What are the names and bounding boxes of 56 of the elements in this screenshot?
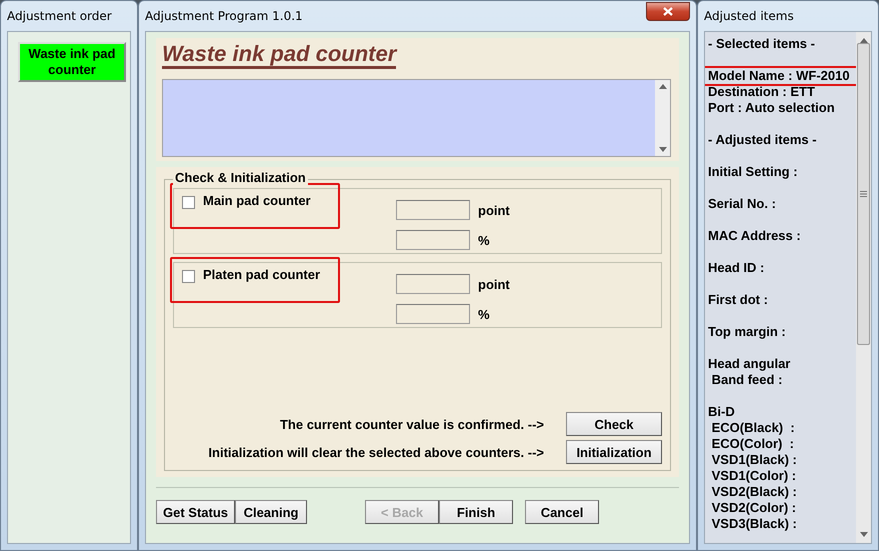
item-line: Head angular: [708, 356, 792, 372]
item-line: Initial Setting :: [708, 164, 799, 180]
counter-label: Main pad counter: [203, 193, 311, 208]
point-field[interactable]: [396, 200, 470, 220]
item-line: VSD2(Black) :: [710, 484, 798, 500]
nav-button[interactable]: Finish: [439, 500, 514, 524]
action-hint: Initialization will clear the selected above counters. -->: [208, 444, 544, 460]
percent-field[interactable]: [396, 304, 470, 324]
item-line: ECO(Black) :: [710, 420, 796, 436]
point-field[interactable]: [396, 274, 470, 294]
scroll-down-icon[interactable]: [860, 532, 868, 537]
counter-label: Platen pad counter: [203, 267, 320, 282]
item-line: Destination : ETT: [708, 84, 816, 100]
item-line: Bi-D: [708, 404, 736, 420]
nav-button[interactable]: Cancel: [525, 500, 600, 524]
close-button[interactable]: [646, 2, 690, 20]
item-line: Serial No. :: [708, 196, 777, 212]
item-line: Head ID :: [708, 260, 766, 276]
action-hint: The current counter value is confirmed. -->: [280, 416, 544, 432]
unit-label: %: [478, 232, 491, 248]
group-title: Check & Initialization: [173, 170, 308, 185]
item-line: Band feed :: [710, 372, 784, 388]
checkbox[interactable]: [182, 196, 195, 209]
unit-label: point: [478, 276, 510, 292]
scrollbar[interactable]: [655, 80, 670, 156]
item-line: VSD1(Color) :: [710, 468, 798, 484]
window-title: Adjusted items: [704, 9, 794, 23]
grip-icon: [860, 191, 867, 197]
item-line: - Selected items -: [708, 36, 816, 52]
item-line: ECO(Color) :: [710, 436, 795, 452]
action-button[interactable]: Initialization: [566, 440, 662, 464]
order-item-button[interactable]: Waste ink pad counter: [18, 42, 126, 82]
item-line: - Adjusted items -: [708, 132, 818, 148]
window-title: Adjustment order: [7, 9, 112, 23]
window-title: Adjustment Program 1.0.1: [145, 9, 303, 23]
tool-button[interactable]: Get Status: [156, 500, 236, 524]
page-heading: Waste ink pad counter: [162, 42, 396, 69]
percent-field[interactable]: [396, 230, 470, 250]
scroll-up-icon[interactable]: [658, 84, 666, 89]
unit-label: %: [478, 306, 491, 322]
item-line: Port : Auto selection: [708, 100, 836, 116]
scrollbar[interactable]: [856, 32, 871, 543]
item-line: VSD1(Black) :: [710, 452, 798, 468]
tool-button[interactable]: Cleaning: [235, 500, 308, 524]
action-button[interactable]: Check: [566, 412, 662, 436]
item-line: MAC Address :: [708, 228, 802, 244]
item-line: VSD3(Black) :: [710, 516, 798, 532]
close-icon: [663, 6, 673, 16]
scroll-thumb[interactable]: [857, 43, 870, 345]
item-line: Model Name : WF-2010: [705, 68, 856, 84]
item-line: Top margin :: [708, 324, 787, 340]
item-line: First dot :: [708, 292, 769, 308]
unit-label: point: [478, 202, 510, 218]
scroll-down-icon[interactable]: [658, 147, 666, 152]
item-line: VSD2(Color) :: [710, 500, 798, 516]
checkbox[interactable]: [182, 270, 195, 283]
